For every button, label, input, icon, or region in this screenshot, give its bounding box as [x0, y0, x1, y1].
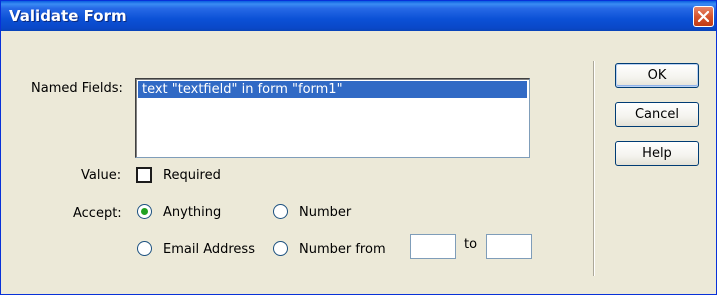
to-label: to — [464, 237, 478, 252]
accept-label: Accept: — [73, 206, 122, 221]
radio-number-from[interactable] — [273, 241, 288, 256]
radio-email-address[interactable] — [137, 241, 152, 256]
divider — [593, 61, 595, 276]
number-to-input[interactable] — [486, 234, 532, 259]
window-title: Validate Form — [9, 7, 127, 25]
value-label: Value: — [81, 168, 122, 183]
help-button[interactable]: Help — [615, 141, 699, 166]
ok-button[interactable]: OK — [615, 63, 699, 88]
close-button[interactable] — [693, 6, 714, 27]
number-label[interactable]: Number — [299, 205, 351, 220]
named-fields-listbox[interactable]: text "textfield" in form "form1" — [135, 78, 530, 158]
named-fields-label: Named Fields: — [31, 81, 123, 96]
number-from-label[interactable]: Number from — [299, 242, 386, 257]
radio-number[interactable] — [273, 204, 288, 219]
close-icon — [698, 11, 709, 22]
required-checkbox[interactable] — [136, 167, 152, 183]
email-address-label[interactable]: Email Address — [163, 242, 255, 257]
required-label[interactable]: Required — [163, 168, 221, 183]
anything-label[interactable]: Anything — [163, 205, 221, 220]
cancel-button[interactable]: Cancel — [615, 102, 699, 127]
list-item[interactable]: text "textfield" in form "form1" — [138, 81, 527, 98]
validate-form-dialog: Validate Form Named Fields: text "textfi… — [0, 0, 717, 295]
radio-anything[interactable] — [137, 204, 152, 219]
number-from-input[interactable] — [410, 234, 456, 259]
title-bar[interactable]: Validate Form — [1, 1, 716, 31]
